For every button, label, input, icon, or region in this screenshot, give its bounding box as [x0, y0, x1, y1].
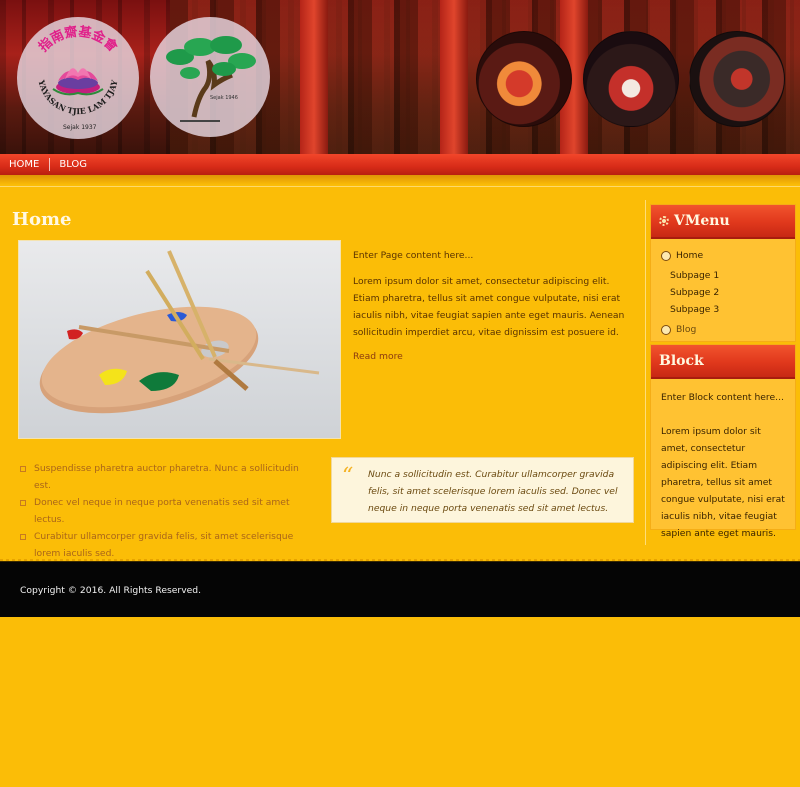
page-body-text: Lorem ipsum dolor sit amet, consectetur …: [353, 276, 625, 338]
vmenu-item-subpage-1[interactable]: Subpage 1: [661, 267, 795, 284]
content-top-border: [0, 186, 800, 187]
list-item-text: Suspendisse pharetra auctor pharetra. Nu…: [34, 463, 299, 491]
block-widget: Block Enter Block content here... Lorem …: [650, 344, 796, 539]
logo1-since: Sejak 1937: [63, 124, 97, 131]
ceremony-photo-3[interactable]: [689, 31, 785, 127]
block-title: Block: [659, 353, 704, 369]
ceremony-photo-2[interactable]: [583, 31, 679, 127]
lotus-logo-icon: 指南齋基金會 YAYASAN TJIE LAM TJAY: [35, 23, 121, 116]
bullet-square-icon: [20, 500, 26, 506]
read-more-link[interactable]: Read more: [353, 351, 403, 362]
vmenu-item-label: Subpage 2: [670, 287, 720, 298]
list-item: Suspendisse pharetra auctor pharetra. Nu…: [20, 460, 310, 494]
tree-logo[interactable]: Sejak 1946: [150, 17, 270, 137]
svg-text:指南齋基金會: 指南齋基金會: [35, 23, 121, 55]
blockquote: “ Nunc a sollicitudin est. Curabitur ull…: [331, 457, 634, 523]
yayasan-logo[interactable]: 指南齋基金會 YAYASAN TJIE LAM TJAY Sejak 1937: [17, 17, 139, 139]
ceremony-photo-1[interactable]: [476, 31, 572, 127]
footer: Copyright © 2016. All Rights Reserved.: [0, 561, 800, 617]
vmenu-item-subpage-3[interactable]: Subpage 3: [661, 301, 795, 318]
flower-icon: [661, 250, 671, 261]
nav-shadow: [0, 175, 800, 185]
vmenu-item-label: Home: [676, 250, 704, 261]
flower-icon: [661, 324, 671, 335]
list-item: Donec vel neque in neque porta venenatis…: [20, 494, 310, 528]
quote-mark-icon: “: [342, 464, 354, 489]
vmenu-item-home[interactable]: Home: [661, 247, 795, 264]
vmenu-item-blog[interactable]: Blog: [661, 321, 795, 338]
page-intro: Enter Page content here...: [353, 250, 474, 261]
vmenu-item-label: Subpage 1: [670, 270, 720, 281]
list-item-text: Donec vel neque in neque porta venenatis…: [34, 497, 290, 525]
vmenu-header: VMenu: [651, 205, 795, 239]
list-item-text: Curabitur ullamcorper gravida felis, sit…: [34, 531, 294, 559]
vmenu-title: VMenu: [674, 213, 730, 229]
main-nav: HOME BLOG: [0, 154, 800, 175]
header-banner: 指南齋基金會 YAYASAN TJIE LAM TJAY Sejak 1937 …: [0, 0, 800, 154]
gear-icon: [659, 216, 669, 226]
page-title: Home: [12, 209, 72, 230]
block-header: Block: [651, 345, 795, 379]
quote-text: Nunc a sollicitudin est. Curabitur ullam…: [368, 469, 618, 514]
bullet-square-icon: [20, 534, 26, 540]
content-divider: [645, 200, 646, 545]
vmenu-item-label: Blog: [676, 324, 697, 335]
bullet-square-icon: [20, 466, 26, 472]
block-body: Enter Block content here... Lorem ipsum …: [651, 379, 795, 542]
vmenu-list: Home Subpage 1 Subpage 2 Subpage 3 Blog: [651, 239, 795, 338]
vmenu-block: VMenu Home Subpage 1 Subpage 2 Subpage 3…: [650, 204, 796, 342]
copyright-text: Copyright © 2016. All Rights Reserved.: [20, 585, 202, 596]
nav-item-blog[interactable]: BLOG: [50, 159, 97, 170]
header-pillar: [440, 0, 468, 154]
vmenu-item-subpage-2[interactable]: Subpage 2: [661, 284, 795, 301]
palette-image: [18, 240, 341, 439]
logo2-since: Sejak 1946: [210, 95, 238, 101]
paint-palette-icon: [39, 250, 320, 414]
header-pillar: [300, 0, 328, 154]
block-text: Lorem ipsum dolor sit amet, consectetur …: [661, 426, 785, 539]
bullet-list: Suspendisse pharetra auctor pharetra. Nu…: [20, 460, 310, 562]
block-intro: Enter Block content here...: [661, 392, 784, 403]
bonsai-tree-icon: [166, 36, 256, 122]
vmenu-item-label: Subpage 3: [670, 304, 720, 315]
nav-item-home[interactable]: HOME: [0, 159, 49, 170]
list-item: Curabitur ullamcorper gravida felis, sit…: [20, 528, 310, 562]
